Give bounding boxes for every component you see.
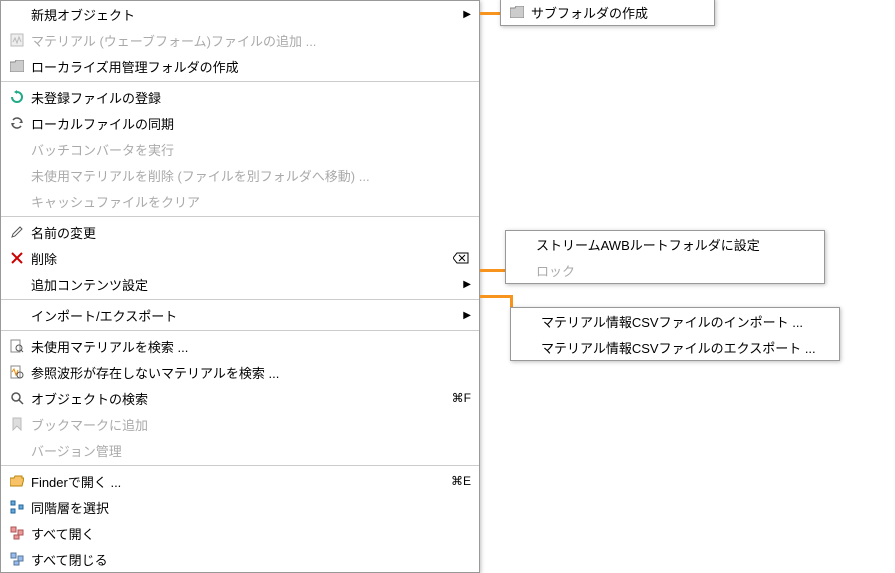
menu-rename[interactable]: 名前の変更 (1, 219, 479, 245)
submenu-arrow-icon: ▶ (463, 279, 471, 290)
menu-label: 未使用マテリアルを削除 (ファイルを別フォルダへ移動) ... (31, 166, 471, 185)
menu-label: 削除 (31, 249, 453, 268)
blank-icon (9, 6, 25, 22)
menu-create-loc-folder[interactable]: ローカライズ用管理フォルダの作成 (1, 53, 479, 79)
context-menu: 新規オブジェクト ▶ マテリアル (ウェーブフォーム)ファイルの追加 ... ロ… (0, 0, 480, 573)
blank-icon (514, 262, 530, 278)
waveform-file-icon (9, 32, 25, 48)
menu-label: マテリアル情報CSVファイルのエクスポート ... (541, 338, 831, 357)
blank-icon (9, 141, 25, 157)
menu-set-stream-root[interactable]: ストリームAWBルートフォルダに設定 (506, 231, 824, 257)
menu-batch-converter: バッチコンバータを実行 (1, 136, 479, 162)
menu-label: 参照波形が存在しないマテリアルを検索 ... (31, 363, 471, 382)
separator (1, 330, 479, 331)
menu-label: 同階層を選択 (31, 498, 471, 517)
menu-clear-cache: キャッシュファイルをクリア (1, 188, 479, 214)
menu-find-unused[interactable]: 未使用マテリアルを検索 ... (1, 333, 479, 359)
menu-label: インポート/エクスポート (31, 306, 463, 325)
blank-icon (9, 276, 25, 292)
menu-create-subfolder[interactable]: サブフォルダの作成 (501, 0, 714, 25)
menu-collapse-all[interactable]: すべて閉じる (1, 546, 479, 572)
menu-delete[interactable]: 削除 (1, 245, 479, 271)
search-page-icon (9, 338, 25, 354)
menu-label: Finderで開く ... (31, 472, 443, 491)
menu-additional-content[interactable]: 追加コンテンツ設定 ▶ (1, 271, 479, 297)
menu-select-level[interactable]: 同階層を選択 (1, 494, 479, 520)
menu-find-missing-ref[interactable]: 参照波形が存在しないマテリアルを検索 ... (1, 359, 479, 385)
connector-line (480, 12, 500, 15)
search-icon (9, 390, 25, 406)
bookmark-icon (9, 416, 25, 432)
menu-label: 未使用マテリアルを検索 ... (31, 337, 471, 356)
menu-label: マテリアル (ウェーブフォーム)ファイルの追加 ... (31, 31, 471, 50)
blank-icon (519, 339, 535, 355)
menu-find-object[interactable]: オブジェクトの検索 ⌘F (1, 385, 479, 411)
menu-label: すべて閉じる (31, 550, 471, 569)
menu-label: すべて開く (31, 524, 471, 543)
expand-tree-icon (9, 525, 25, 541)
blank-icon (9, 193, 25, 209)
submenu-new-object: サブフォルダの作成 (500, 0, 715, 26)
menu-expand-all[interactable]: すべて開く (1, 520, 479, 546)
sync-icon (9, 115, 25, 131)
menu-label: ローカライズ用管理フォルダの作成 (31, 57, 471, 76)
folder-icon (9, 58, 25, 74)
menu-lock: ロック (506, 257, 824, 283)
tree-select-icon (9, 499, 25, 515)
blank-icon (9, 167, 25, 183)
menu-label: オブジェクトの検索 (31, 389, 444, 408)
menu-import-export[interactable]: インポート/エクスポート ▶ (1, 302, 479, 328)
connector-line (480, 295, 510, 298)
menu-label: サブフォルダの作成 (531, 3, 706, 22)
menu-new-object[interactable]: 新規オブジェクト ▶ (1, 1, 479, 27)
shortcut-label: ⌘E (451, 474, 471, 488)
menu-label: バージョン管理 (31, 441, 471, 460)
blank-icon (9, 442, 25, 458)
menu-label: ローカルファイルの同期 (31, 114, 471, 133)
menu-label: マテリアル情報CSVファイルのインポート ... (541, 312, 831, 331)
menu-csv-export[interactable]: マテリアル情報CSVファイルのエクスポート ... (511, 334, 839, 360)
submenu-additional-content: ストリームAWBルートフォルダに設定 ロック (505, 230, 825, 284)
menu-label: 未登録ファイルの登録 (31, 88, 471, 107)
blank-icon (519, 313, 535, 329)
submenu-import-export: マテリアル情報CSVファイルのインポート ... マテリアル情報CSVファイルの… (510, 307, 840, 361)
menu-label: ストリームAWBルートフォルダに設定 (536, 235, 816, 254)
collapse-tree-icon (9, 551, 25, 567)
menu-open-finder[interactable]: Finderで開く ... ⌘E (1, 468, 479, 494)
menu-label: ブックマークに追加 (31, 415, 471, 434)
separator (1, 216, 479, 217)
menu-label: 名前の変更 (31, 223, 471, 242)
folder-icon (509, 4, 525, 20)
shortcut-label: ⌘F (452, 391, 471, 405)
refresh-green-icon (9, 89, 25, 105)
menu-add-material: マテリアル (ウェーブフォーム)ファイルの追加 ... (1, 27, 479, 53)
blank-icon (514, 236, 530, 252)
menu-label: 新規オブジェクト (31, 5, 463, 24)
separator (1, 465, 479, 466)
separator (1, 81, 479, 82)
blank-icon (9, 307, 25, 323)
submenu-arrow-icon: ▶ (463, 310, 471, 321)
menu-sync-local[interactable]: ローカルファイルの同期 (1, 110, 479, 136)
menu-register-files[interactable]: 未登録ファイルの登録 (1, 84, 479, 110)
menu-label: キャッシュファイルをクリア (31, 192, 471, 211)
menu-delete-unused: 未使用マテリアルを削除 (ファイルを別フォルダへ移動) ... (1, 162, 479, 188)
menu-label: ロック (536, 261, 816, 280)
menu-label: 追加コンテンツ設定 (31, 275, 463, 294)
menu-bookmark: ブックマークに追加 (1, 411, 479, 437)
search-wave-icon (9, 364, 25, 380)
x-red-icon (9, 250, 25, 266)
delete-shortcut-icon (453, 250, 469, 266)
separator (1, 299, 479, 300)
menu-label: バッチコンバータを実行 (31, 140, 471, 159)
folder-open-icon (9, 473, 25, 489)
pencil-icon (9, 224, 25, 240)
connector-line (480, 269, 505, 272)
menu-version: バージョン管理 (1, 437, 479, 463)
submenu-arrow-icon: ▶ (463, 9, 471, 20)
menu-csv-import[interactable]: マテリアル情報CSVファイルのインポート ... (511, 308, 839, 334)
